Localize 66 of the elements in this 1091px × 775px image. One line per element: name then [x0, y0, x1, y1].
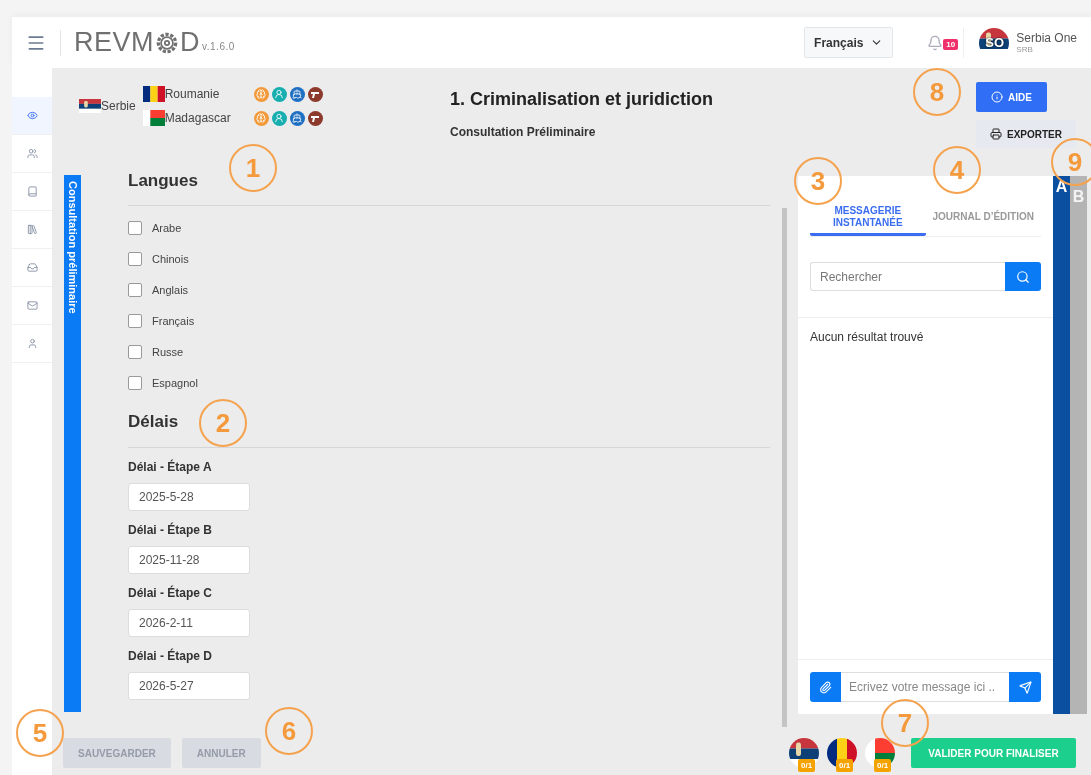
send-button[interactable]	[1009, 672, 1041, 702]
checkbox-label: Français	[152, 314, 195, 327]
page-subtitle: Consultation Préliminaire	[450, 125, 597, 139]
empty-message: Aucun résultat trouvé	[810, 330, 925, 344]
date-field[interactable]: 2025-11-28	[128, 546, 250, 574]
scrollbar[interactable]	[782, 208, 787, 727]
user-code: SRB	[1016, 45, 1034, 54]
checkbox[interactable]	[128, 282, 142, 297]
paperclip-icon	[819, 680, 832, 694]
flag-icon	[142, 86, 165, 102]
checkbox[interactable]	[128, 220, 142, 235]
callout-marker: 7	[881, 699, 929, 747]
search-field[interactable]: Rechercher	[810, 262, 1005, 291]
export-button[interactable]: EXPORTER	[976, 120, 1076, 148]
date-field[interactable]: 2025-5-28	[128, 483, 250, 511]
message-field[interactable]: Ecrivez votre message ici ..	[841, 672, 1009, 702]
callout-marker: 1	[229, 144, 277, 192]
search-icon	[1016, 269, 1030, 284]
checkbox[interactable]	[128, 251, 142, 266]
checkbox-label: Chinois	[152, 252, 189, 265]
field-label: Délai - Étape B	[128, 522, 214, 538]
language-select[interactable]: Français	[804, 27, 894, 58]
info-icon	[991, 91, 1004, 103]
country-name: Madagascar	[164, 111, 232, 125]
attach-button[interactable]	[810, 672, 841, 702]
date-field[interactable]: 2026-5-27	[128, 672, 250, 700]
help-button[interactable]: AIDE	[976, 82, 1047, 112]
country-name: Roumanie	[164, 87, 221, 101]
flag-icon	[142, 110, 165, 126]
checkbox[interactable]	[128, 313, 142, 328]
callout-marker: 6	[265, 707, 313, 755]
send-icon	[1018, 680, 1032, 694]
callout-marker: 8	[913, 68, 961, 116]
side-tab[interactable]: A	[1053, 176, 1070, 714]
callout-marker: 5	[16, 709, 64, 757]
field-label: Délai - Étape A	[128, 459, 213, 475]
progress-badge: 0/1	[798, 759, 816, 772]
field-label: Délai - Étape C	[128, 585, 214, 601]
search-button[interactable]	[1005, 262, 1041, 291]
user-name: Serbia One	[1016, 31, 1077, 45]
progress-badge: 0/1	[836, 759, 854, 772]
printer-icon	[990, 128, 1002, 140]
logo-text: D	[180, 29, 200, 56]
page-title: 1. Criminalisation et juridiction	[450, 89, 714, 110]
section-heading: Délais	[128, 412, 179, 432]
checkbox-label: Russe	[152, 345, 184, 358]
eye-icon[interactable]	[12, 97, 52, 135]
field-label: Délai - Étape D	[128, 648, 214, 664]
checkbox[interactable]	[128, 375, 142, 390]
checkbox[interactable]	[128, 344, 142, 359]
version-label: v.1.6.0	[202, 41, 235, 52]
callout-marker: 2	[199, 399, 247, 447]
flag-icon	[79, 99, 101, 113]
country-name: Serbie	[101, 99, 136, 113]
checkbox-label: Anglais	[152, 283, 189, 296]
progress-badge: 0/1	[874, 759, 892, 772]
bell-icon[interactable]	[927, 34, 944, 51]
logo-text: REVM	[74, 29, 154, 56]
callout-marker: 3	[794, 157, 842, 205]
checkbox-label: Espagnol	[152, 376, 198, 389]
section-heading: Langues	[128, 171, 198, 191]
date-field[interactable]: 2026-2-11	[128, 609, 250, 637]
callout-marker: 4	[933, 146, 981, 194]
notification-badge: 10	[943, 38, 959, 50]
section-tab[interactable]: Consultation préliminaire	[64, 175, 81, 712]
checkbox-label: Arabe	[152, 221, 182, 234]
